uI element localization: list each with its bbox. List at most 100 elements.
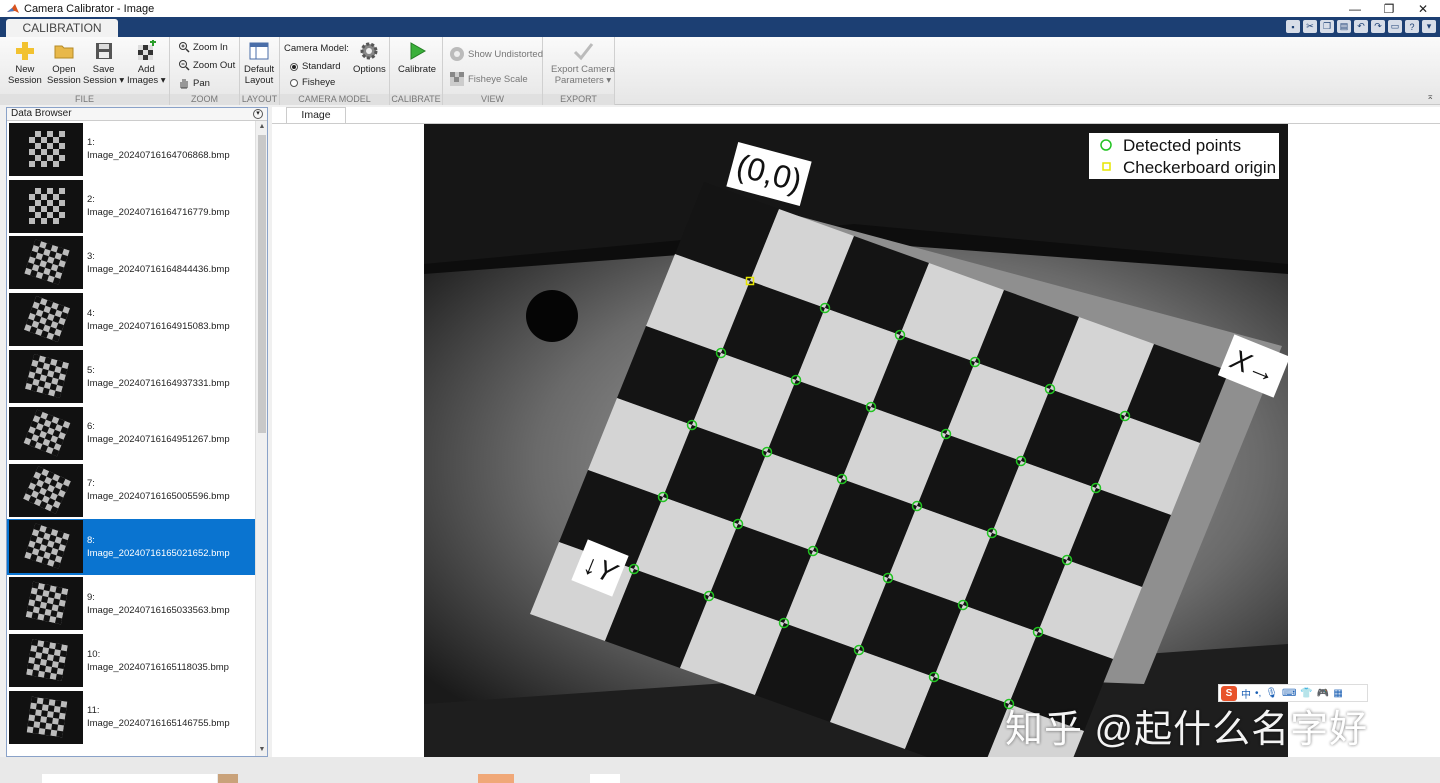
item-number: 7: xyxy=(87,478,95,490)
item-filename: Image_20240716164915083.bmp xyxy=(87,320,230,332)
file-group-label: FILE xyxy=(0,94,169,105)
image-thumbnail xyxy=(9,236,83,290)
zoom-in-icon xyxy=(179,42,190,53)
item-filename: Image_20240716164937331.bmp xyxy=(87,377,230,389)
game-icon[interactable]: 🎮 xyxy=(1317,688,1329,699)
play-icon xyxy=(410,42,427,60)
pan-button[interactable]: Pan xyxy=(178,77,210,89)
list-item[interactable]: 9: Image_20240716165033563.bmp xyxy=(7,575,255,632)
layout-group: Default Layout LAYOUT xyxy=(240,37,280,105)
punctuation-icon[interactable]: •, xyxy=(1255,688,1261,699)
fisheye-radio[interactable]: Fisheye xyxy=(290,77,335,88)
scrollbar-thumb[interactable] xyxy=(258,135,266,433)
image-thumbnail xyxy=(9,520,83,574)
image-thumbnail xyxy=(9,690,83,744)
calibration-image[interactable]: (0,0) X→ ↓Y Detected points Checkerboard… xyxy=(424,124,1288,757)
fisheye-scale-button[interactable]: Fisheye Scale xyxy=(449,71,528,87)
expand-icon[interactable]: ▾ xyxy=(1422,20,1436,33)
zoom-group-label: ZOOM xyxy=(170,94,239,105)
tab-calibration[interactable]: CALIBRATION xyxy=(6,19,118,37)
redo-quick-icon[interactable]: ↷ xyxy=(1371,20,1385,33)
item-number: 8: xyxy=(87,534,95,546)
restore-button[interactable]: ❐ xyxy=(1372,0,1406,17)
list-item[interactable]: 8: Image_20240716165021652.bmp xyxy=(7,518,255,576)
list-item[interactable]: 3: Image_20240716164844436.bmp xyxy=(7,235,255,292)
calibrate-button[interactable]: Calibrate xyxy=(398,40,436,75)
save-quick-icon[interactable]: ▪ xyxy=(1286,20,1300,33)
export-group: Export Camera Parameters ▾ EXPORT xyxy=(543,37,615,105)
new-session-button[interactable]: New Session xyxy=(8,40,42,86)
collapse-ribbon-icon[interactable]: ⌅ xyxy=(1426,91,1434,102)
image-thumbnail xyxy=(9,463,83,517)
minimize-button[interactable]: — xyxy=(1338,0,1372,17)
list-item[interactable]: 1: Image_20240716164706868.bmp xyxy=(7,121,255,178)
scroll-down-icon[interactable]: ▼ xyxy=(256,744,268,756)
zoom-out-icon xyxy=(179,60,190,71)
copy-quick-icon[interactable]: ❐ xyxy=(1320,20,1334,33)
list-item[interactable]: 4: Image_20240716164915083.bmp xyxy=(7,291,255,348)
item-number: 2: xyxy=(87,194,95,206)
undo-quick-icon[interactable]: ↶ xyxy=(1354,20,1368,33)
item-filename: Image_20240716164706868.bmp xyxy=(87,150,230,162)
item-filename: Image_20240716165021652.bmp xyxy=(87,547,230,559)
list-item[interactable]: 6: Image_20240716164951267.bmp xyxy=(7,405,255,462)
export-camera-parameters-button[interactable]: Export Camera Parameters ▾ xyxy=(551,40,615,86)
zoom-out-button[interactable]: Zoom Out xyxy=(178,59,235,71)
cut-quick-icon[interactable]: ✂ xyxy=(1303,20,1317,33)
keyboard-icon[interactable]: ⌨ xyxy=(1282,688,1296,699)
skin-icon[interactable]: 👕 xyxy=(1300,688,1312,699)
hand-icon xyxy=(180,79,188,89)
ribbon-tab-strip: CALIBRATION ▪ ✂ ❐ ▤ ↶ ↷ ▭ ? ▾ xyxy=(0,17,1440,37)
image-thumbnail xyxy=(9,293,83,347)
layout-group-label: LAYOUT xyxy=(240,94,279,105)
list-item[interactable]: 7: Image_20240716165005596.bmp xyxy=(7,462,255,519)
file-group: New Session Open Session Save Session ▾ Add… xyxy=(0,37,170,105)
add-images-button[interactable]: Add Images ▾ xyxy=(127,40,166,86)
scroll-up-icon[interactable]: ▲ xyxy=(256,121,268,133)
list-item[interactable]: 10: Image_20240716165118035.bmp xyxy=(7,632,255,689)
item-number: 6: xyxy=(87,421,95,433)
window-title: Camera Calibrator - Image xyxy=(24,2,155,15)
default-layout-button[interactable]: Default Layout xyxy=(244,40,274,86)
item-filename: Image_20240716165118035.bmp xyxy=(87,661,229,673)
image-thumbnail xyxy=(9,577,83,631)
options-button[interactable]: Options xyxy=(353,40,386,75)
title-bar: Camera Calibrator - Image — ❐ ✕ xyxy=(0,0,1440,17)
grid-menu-icon[interactable]: ▦ xyxy=(1333,688,1342,699)
item-number: 11: xyxy=(87,705,100,717)
save-session-button[interactable]: Save Session ▾ xyxy=(83,40,124,86)
item-filename: Image_20240716165033563.bmp xyxy=(87,604,230,616)
thumbnail-scrollbar[interactable]: ▲ ▼ xyxy=(255,121,267,756)
undistorted-icon xyxy=(450,47,464,61)
image-thumbnail xyxy=(9,634,83,688)
close-button[interactable]: ✕ xyxy=(1406,0,1440,17)
ribbon: New Session Open Session Save Session ▾ Add… xyxy=(0,37,1440,105)
folder-icon xyxy=(54,45,74,59)
view-group-label: VIEW xyxy=(443,94,542,105)
open-session-button[interactable]: Open Session xyxy=(47,40,81,86)
image-thumbnail xyxy=(9,179,83,233)
item-filename: Image_20240716164951267.bmp xyxy=(87,434,230,446)
calibrate-group: Calibrate CALIBRATE xyxy=(390,37,443,105)
list-item[interactable]: 11: Image_20240716165146755.bmp xyxy=(7,689,255,746)
switch-windows-icon[interactable]: ▭ xyxy=(1388,20,1402,33)
legend-checkerboard-origin: Checkerboard origin xyxy=(1123,158,1276,177)
list-item[interactable]: 2: Image_20240716164716779.bmp xyxy=(7,178,255,235)
tab-image[interactable]: Image xyxy=(286,107,346,123)
fisheye-scale-icon xyxy=(450,72,464,86)
layout-icon xyxy=(249,42,269,60)
show-undistorted-button[interactable]: Show Undistorted xyxy=(449,46,543,62)
camera-model-group-label: CAMERA MODEL xyxy=(280,94,389,105)
thumbnail-list: 1: Image_20240716164706868.bmp 2: Image_202… xyxy=(7,121,255,756)
standard-radio[interactable]: Standard xyxy=(290,61,341,72)
watermark: 知乎 @起什么名字好 xyxy=(1005,709,1369,751)
paste-quick-icon[interactable]: ▤ xyxy=(1337,20,1351,33)
microphone-icon[interactable]: 🎙 xyxy=(1265,688,1278,699)
data-browser-title: Data Browser xyxy=(11,108,72,119)
panel-menu-icon[interactable]: ▾ xyxy=(253,109,263,119)
help-icon[interactable]: ? xyxy=(1405,20,1419,33)
legend: Detected points Checkerboard origin xyxy=(1089,133,1279,179)
camera-model-heading: Camera Model: xyxy=(284,43,349,54)
list-item[interactable]: 5: Image_20240716164937331.bmp xyxy=(7,348,255,405)
zoom-in-button[interactable]: Zoom In xyxy=(178,41,228,53)
